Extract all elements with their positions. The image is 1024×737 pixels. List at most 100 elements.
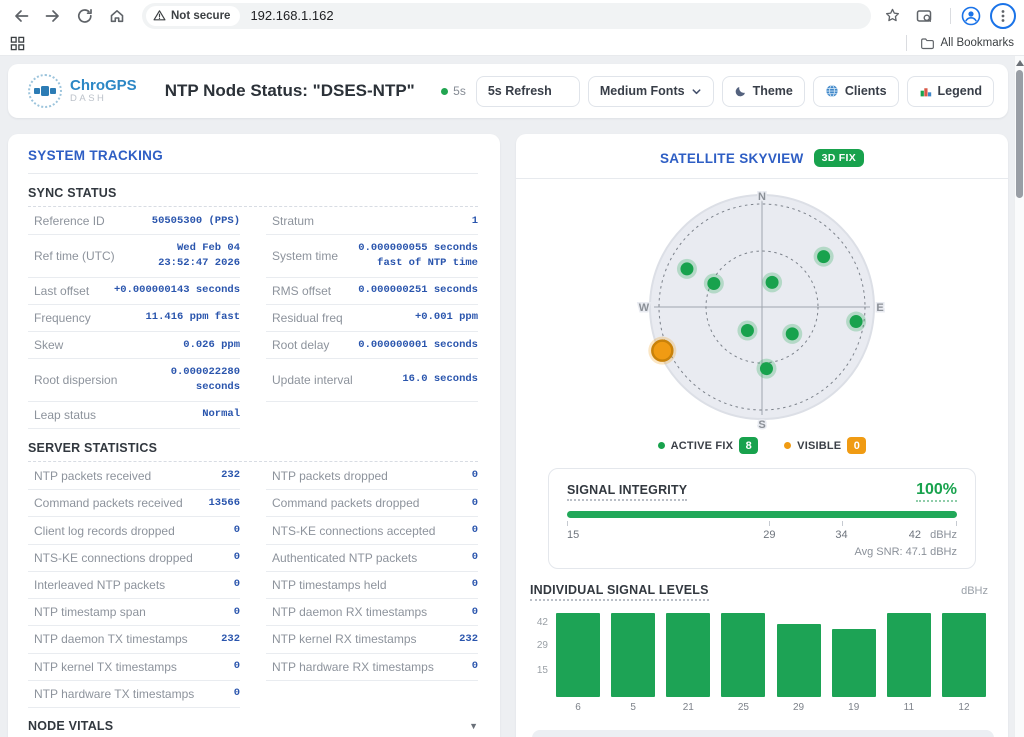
clients-label: Clients: [845, 84, 887, 98]
security-chip[interactable]: Not secure: [146, 6, 240, 26]
refresh-interval-select[interactable]: 5s Refresh: [476, 76, 580, 107]
satellite-active-dot: [762, 272, 782, 292]
chevron-down-icon: [691, 86, 702, 97]
bar-column: 11: [887, 613, 931, 716]
tab-search-button[interactable]: [911, 3, 937, 29]
kv-label: Last offset: [34, 284, 89, 298]
bar-label: 6: [556, 702, 600, 716]
kv-value: 0: [472, 550, 478, 565]
kv-value: 16.0 seconds: [402, 372, 478, 387]
bookmark-star-button[interactable]: [879, 3, 905, 29]
kv-value: 0.000022280 seconds: [125, 365, 240, 395]
skyview-legend: ACTIVE FIX 8 VISIBLE 0: [516, 437, 1008, 454]
theme-label: Theme: [753, 84, 793, 98]
kv-label: Root dispersion: [34, 373, 117, 387]
kv-label: Ref time (UTC): [34, 249, 115, 263]
system-tracking-title: SYSTEM TRACKING: [28, 148, 478, 163]
scrollbar-thumb[interactable]: [1016, 70, 1023, 198]
bar-label: 5: [611, 702, 655, 716]
kv-row: Client log records dropped0: [28, 517, 240, 544]
kv-value: 0: [472, 523, 478, 538]
kv-value: 0: [234, 605, 240, 620]
kv-row: Update interval16.0 seconds: [266, 359, 478, 401]
node-vitals-toggle[interactable]: NODE VITALS ▼: [28, 719, 478, 733]
bar-column: 29: [777, 624, 821, 717]
legend-button[interactable]: Legend: [907, 76, 994, 107]
system-tracking-card: SYSTEM TRACKING SYNC STATUS Reference ID…: [8, 134, 500, 737]
browser-menu-button[interactable]: [990, 3, 1016, 29]
sync-status-title: SYNC STATUS: [28, 186, 117, 200]
kv-row: NTP timestamp span 0: [28, 599, 240, 626]
browser-window: Not secure 192.168.1.162: [0, 0, 1024, 737]
kv-label: RMS offset: [272, 284, 331, 298]
legend-active-fix: ACTIVE FIX 8: [658, 437, 759, 454]
brand-block: ChroGPS DASH: [70, 78, 137, 104]
forward-button[interactable]: [40, 3, 66, 29]
active-fix-label: ACTIVE FIX: [671, 440, 734, 452]
signal-bars: 65212529191112: [556, 613, 988, 716]
brand-subtitle: DASH: [70, 94, 137, 104]
compass-west-label: W: [639, 302, 650, 314]
kv-value: 0: [234, 577, 240, 592]
browser-toolbar: Not secure 192.168.1.162: [0, 0, 1024, 31]
profile-button[interactable]: [958, 3, 984, 29]
kv-label: NTP timestamp span: [34, 605, 146, 619]
signal-integrity-panel: SIGNAL INTEGRITY 100% dBHz 15293442 Avg …: [548, 468, 976, 569]
page-scrollbar: [1014, 56, 1024, 737]
kv-row: NTP daemon RX timestamps0: [266, 599, 478, 626]
scrollbar-up-arrow[interactable]: [1016, 59, 1024, 67]
kv-value: 0: [472, 577, 478, 592]
kv-row: NTP kernel RX timestamps232: [266, 626, 478, 653]
kv-value: 232: [459, 632, 478, 647]
moon-icon: [734, 85, 747, 98]
tick-mark: [842, 521, 843, 526]
satellite-icon: [34, 84, 56, 98]
kv-label: NTP daemon RX timestamps: [272, 605, 427, 619]
back-button[interactable]: [8, 3, 34, 29]
reload-button[interactable]: [72, 3, 98, 29]
kv-value: 0: [234, 550, 240, 565]
tab-search-icon: [915, 7, 933, 25]
kv-value: 0.000000055 seconds fast of NTP time: [346, 241, 478, 271]
theme-button[interactable]: Theme: [722, 76, 805, 107]
integrity-unit: dBHz: [930, 529, 957, 541]
kv-value: 0: [472, 496, 478, 511]
kv-label: NTP hardware RX timestamps: [272, 660, 434, 674]
signal-bar: [832, 629, 876, 697]
profile-icon: [960, 5, 982, 27]
kv-label: NTP kernel TX timestamps: [34, 660, 177, 674]
home-icon: [108, 7, 126, 25]
security-label: Not secure: [171, 10, 230, 22]
folder-icon: [920, 36, 935, 51]
signal-bar: [721, 613, 765, 697]
dashboard-page: ChroGPS DASH NTP Node Status: "DSES-NTP"…: [0, 56, 1014, 737]
refresh-status-label: 5s: [453, 84, 466, 98]
home-button[interactable]: [104, 3, 130, 29]
signal-levels-unit: dBHz: [961, 585, 988, 597]
kv-label: Stratum: [272, 214, 314, 228]
brand-name: ChroGPS: [70, 78, 137, 94]
kv-value: +0.001 ppm: [415, 310, 478, 325]
clients-button[interactable]: Clients: [813, 76, 899, 107]
kv-label: Client log records dropped: [34, 524, 175, 538]
address-bar[interactable]: Not secure 192.168.1.162: [142, 3, 871, 29]
collapse-caret-icon: ▼: [469, 721, 478, 731]
apps-grid-button[interactable]: [10, 36, 25, 51]
kv-value: 13566: [208, 496, 240, 511]
bar-label: 25: [721, 702, 765, 716]
kv-value: Wed Feb 04 23:52:47 2026: [123, 241, 240, 271]
legend-icon: [919, 85, 932, 98]
kv-label: Residual freq: [272, 311, 343, 325]
all-bookmarks-button[interactable]: All Bookmarks: [899, 35, 1015, 51]
font-size-select[interactable]: Medium Fonts: [588, 76, 714, 107]
kv-value: 50505300 (PPS): [152, 214, 240, 229]
integrity-ticks: dBHz 15293442: [567, 521, 957, 545]
node-vitals-title: NODE VITALS: [28, 719, 113, 733]
chrogps-logo-icon: [28, 74, 62, 108]
kv-value: 0.000000001 seconds: [358, 338, 478, 353]
kv-row: Stratum1: [266, 208, 478, 235]
satellite-active-dot: [704, 273, 724, 293]
kv-label: Command packets dropped: [272, 496, 419, 510]
kv-row: NTP daemon TX timestamps232: [28, 626, 240, 653]
bar-label: 29: [777, 702, 821, 716]
